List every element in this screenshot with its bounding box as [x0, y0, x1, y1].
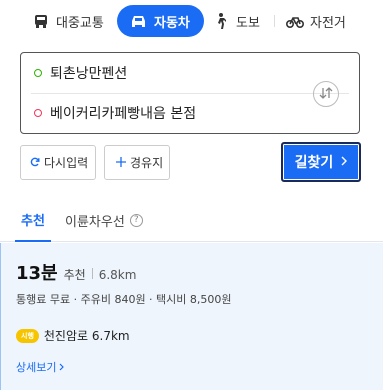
result-tabs: 추천 이륜차우선 ? [0, 198, 383, 242]
result-tag: 추천 [63, 268, 86, 282]
tab-two-wheeler-label: 이륜차우선 [65, 214, 125, 230]
add-waypoint-button[interactable]: 경유지 [104, 145, 170, 180]
find-route-button[interactable]: 길찾기 [281, 142, 361, 182]
travel-distance: 6.8km [98, 268, 137, 282]
find-route-label: 길찾기 [294, 155, 334, 171]
waypoint-label: 경유지 [130, 156, 164, 170]
destination-text: 베이커리카페빵내음 본점 [50, 106, 197, 122]
mode-transit-label: 대중교통 [56, 15, 104, 31]
origin-field[interactable]: 퇴촌낭만펜션 [21, 53, 311, 93]
mode-car-label: 자동차 [154, 15, 190, 31]
reset-button[interactable]: 다시입력 [20, 145, 96, 180]
mode-walk-label: 도보 [236, 15, 260, 31]
main-road: 천진암로 6.7km [43, 329, 130, 343]
tab-recommended[interactable]: 추천 [15, 198, 51, 242]
main-road-row: 시행 천진암로 6.7km [16, 327, 130, 344]
chevron-right-icon [59, 361, 65, 374]
mode-separator [274, 15, 275, 27]
mode-transit-tab[interactable]: 대중교통 [34, 5, 104, 37]
swap-arrows-icon [319, 85, 333, 104]
destination-dot-icon [34, 109, 42, 117]
chevron-right-icon [341, 154, 348, 170]
detail-label: 상세보기 [16, 361, 57, 374]
help-icon[interactable]: ? [129, 213, 143, 227]
plus-icon [116, 156, 126, 170]
travel-time: 13분 [16, 263, 58, 284]
car-icon [131, 15, 146, 28]
bus-icon [34, 14, 48, 29]
summary-separator [91, 268, 93, 279]
mode-car-tab[interactable]: 자동차 [117, 5, 204, 37]
mode-bike-tab[interactable]: 자전거 [286, 5, 346, 37]
destination-field[interactable]: 베이커리카페빵내음 본점 [21, 93, 311, 133]
road-badge: 시행 [16, 328, 39, 343]
cost-summary: 통행료 무료 · 주유비 840원 · 택시비 8,500원 [16, 293, 232, 306]
result-summary: 13분 추천 6.8km [16, 259, 136, 285]
walk-icon [216, 13, 226, 29]
route-input-box: 퇴촌낭만펜션 베이커리카페빵내음 본점 [20, 52, 360, 134]
origin-text: 퇴촌낭만펜션 [50, 66, 128, 82]
bicycle-icon [286, 15, 304, 28]
tab-two-wheeler[interactable]: 이륜차우선 ? [65, 198, 143, 242]
reset-label: 다시입력 [44, 156, 89, 170]
mode-bike-label: 자전거 [310, 15, 346, 31]
transport-mode-bar: 대중교통 자동차 도보 자전거 [0, 0, 383, 42]
origin-dot-icon [34, 69, 42, 77]
mode-walk-tab[interactable]: 도보 [216, 5, 260, 37]
route-result-card[interactable]: 13분 추천 6.8km 통행료 무료 · 주유비 840원 · 택시비 8,5… [0, 243, 383, 390]
swap-route-button[interactable] [313, 81, 339, 107]
detail-link[interactable]: 상세보기 [16, 359, 65, 375]
refresh-icon [30, 156, 40, 170]
